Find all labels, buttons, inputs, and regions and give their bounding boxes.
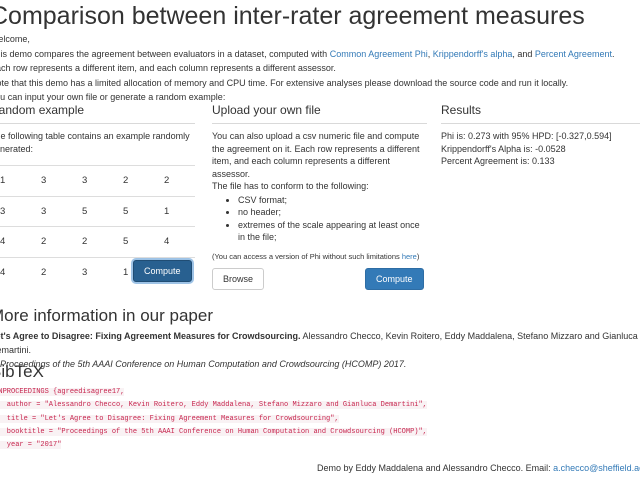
table-cell: 2 — [31, 226, 72, 257]
result-alpha: Krippendorff's Alpha is: -0.0528 — [441, 143, 566, 154]
result-phi: Phi is: 0.273 with 95% HPD: [-0.327,0.59… — [441, 131, 612, 141]
table-row: 33551 — [0, 195, 195, 227]
table-cell: 2 — [31, 256, 72, 287]
table-cell: 5 — [113, 195, 154, 227]
intro: Welcome, This demo compares the agreemen… — [0, 32, 614, 105]
bibtex-block: @INPROCEEDINGS {agreedisagree17, author … — [0, 386, 427, 452]
compute-upload-button[interactable]: Compute — [365, 268, 424, 290]
footer: Demo by Eddy Maddalena and Alessandro Ch… — [317, 463, 640, 473]
intro-line1: This demo compares the agreement between… — [0, 47, 614, 62]
bibtex-line: title = "Let's Agree to Disagree: Fixing… — [0, 414, 339, 423]
table-cell: 3 — [72, 256, 113, 287]
upload-heading: Upload your own file — [212, 103, 321, 117]
results-panel: Results Phi is: 0.273 with 95% HPD: [-0.… — [441, 103, 640, 168]
intro-line1-text: This demo compares the agreement between… — [0, 48, 330, 59]
table-cell: 1 — [154, 195, 195, 227]
result-percent-agreement: Percent Agreement is: 0.133 — [441, 156, 555, 166]
requirements-list: CSV format; no header; extremes of the s… — [212, 194, 427, 244]
table-cell: 2 — [113, 165, 154, 196]
bibtex-line: @INPROCEEDINGS {agreedisagree17, — [0, 388, 125, 396]
table-cell: 5 — [113, 226, 154, 257]
page-title: Comparison between inter-rater agreement… — [0, 2, 585, 30]
phi-unlimited-link[interactable]: here — [402, 252, 417, 261]
results-heading: Results — [441, 103, 482, 117]
intro-greeting: Welcome, — [0, 34, 30, 44]
random-example-desc: The following table contains an example … — [0, 131, 190, 154]
table-cell: 5 — [72, 195, 113, 227]
table-cell: 3 — [31, 165, 72, 196]
divider — [0, 123, 195, 124]
note-text: (You can access a version of Phi without… — [212, 251, 402, 261]
upload-conform: The file has to conform to the following… — [212, 181, 369, 191]
link-common-agreement-phi[interactable]: Common Agreement Phi — [330, 49, 428, 59]
link-percent-agreement[interactable]: Percent Agreement — [535, 49, 612, 59]
compute-random-button[interactable]: Compute — [133, 260, 192, 282]
table-cell: 2 — [72, 226, 113, 257]
table-cell: 3 — [72, 165, 113, 196]
table-cell: 1 — [0, 165, 31, 196]
table-cell: 4 — [0, 256, 31, 287]
divider — [212, 123, 427, 124]
table-cell: 4 — [154, 226, 195, 257]
browse-button[interactable]: Browse — [212, 268, 265, 290]
bibtex-line: booktitle = "Proceedings of the 5th AAAI… — [0, 427, 427, 436]
requirement-item: extremes of the scale appearing at least… — [238, 219, 427, 244]
bibtex-line: year = "2017" — [0, 441, 62, 450]
table-cell: 2 — [154, 165, 195, 196]
paper-title: Let's Agree to Disagree: Fixing Agreemen… — [0, 331, 301, 341]
table-row: 13322 — [0, 165, 195, 196]
intro-period: . — [611, 48, 615, 59]
intro-line3: Note that this demo has a limited alloca… — [0, 77, 569, 88]
table-cell: 3 — [0, 195, 31, 227]
upload-panel: Upload your own file You can also upload… — [212, 103, 427, 290]
table-cell: 3 — [31, 195, 72, 227]
upload-desc: You can also upload a csv numeric file a… — [212, 131, 420, 179]
paper-venue: In Proceedings of the 5th AAAI Conferenc… — [0, 359, 407, 369]
note-close: ) — [416, 251, 420, 261]
divider — [441, 123, 640, 124]
table-cell: 4 — [0, 226, 31, 257]
random-example-panel: Random example The following table conta… — [0, 103, 195, 287]
footer-email-link[interactable]: a.checco@sheffield.ac.uk — [553, 463, 640, 473]
random-example-heading: Random example — [0, 103, 85, 117]
table-row: 42254 — [0, 226, 195, 257]
requirement-item: CSV format; — [238, 194, 427, 207]
requirement-item: no header; — [238, 206, 427, 219]
more-info-heading: More information in our paper — [0, 306, 214, 325]
bibtex-line: author = "Alessandro Checco, Kevin Roite… — [0, 401, 427, 410]
intro-line2: Each row represents a different item, an… — [0, 63, 336, 73]
bibtex-heading: BibTeX — [0, 362, 44, 381]
footer-text: Demo by Eddy Maddalena and Alessandro Ch… — [317, 463, 554, 473]
link-krippendorff-alpha[interactable]: Krippendorff's alpha — [433, 49, 513, 59]
phi-unlimited-note: (You can access a version of Phi without… — [212, 252, 427, 261]
intro-and: , and — [512, 48, 535, 59]
paper-reference: Let's Agree to Disagree: Fixing Agreemen… — [0, 329, 640, 371]
